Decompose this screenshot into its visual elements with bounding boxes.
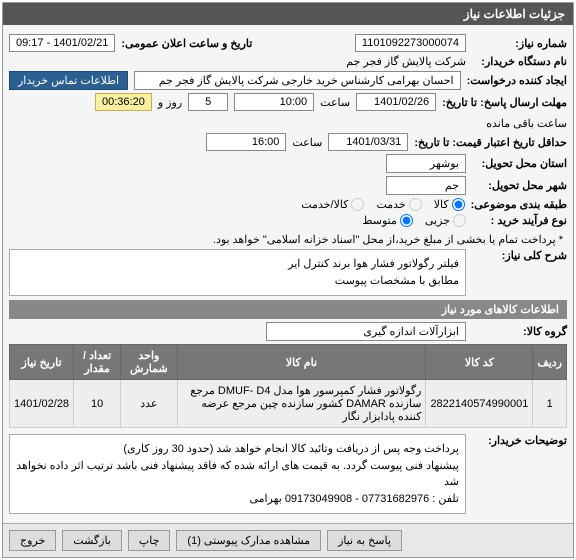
panel-title: جزئیات اطلاعات نیاز <box>3 3 573 25</box>
details-panel: جزئیات اطلاعات نیاز شماره نیاز: 11010922… <box>2 2 574 558</box>
row-requester: ایجاد کننده درخواست: احسان بهرامی کارشنا… <box>9 71 567 90</box>
buy-type-note: * پرداخت تمام یا بخشی از مبلغ خرید،از مح… <box>213 233 563 246</box>
niaz-no-value: 1101092273000074 <box>355 34 466 52</box>
print-button[interactable]: چاپ <box>128 530 171 551</box>
deadline-date: 1401/02/26 <box>356 93 436 111</box>
buyer-unit-value: شرکت پالایش گاز فجر جم <box>346 55 466 68</box>
td-name: رگولاتور فشار کمپرسور هوا مدل DMUF- D4 م… <box>177 380 426 428</box>
buyer-notes-label: توضیحات خریدار: <box>472 434 567 447</box>
cat-goods-label: کالا <box>434 198 449 211</box>
buy-type-label: نوع فرآیند خرید : <box>472 214 567 227</box>
th-unit: واحد شمارش <box>121 345 177 380</box>
td-qty: 10 <box>74 380 121 428</box>
category-label: طبقه بندی موضوعی: <box>471 198 567 211</box>
group-value: ابزارآلات اندازه گیری <box>266 322 466 341</box>
back-button[interactable]: بازگشت <box>62 530 122 551</box>
table-header-row: ردیف کد کالا نام کالا واحد شمارش تعداد /… <box>10 345 567 380</box>
th-date: تاریخ نیاز <box>10 345 74 380</box>
row-deadline: مهلت ارسال پاسخ: تا تاریخ: 1401/02/26 سا… <box>9 93 567 130</box>
niaz-no-label: شماره نیاز: <box>472 37 567 50</box>
bt-small-radio[interactable] <box>453 214 466 227</box>
cat-both-label: کالا/خدمت <box>301 198 348 211</box>
attachments-button[interactable]: مشاهده مدارک پیوستی (1) <box>176 530 321 551</box>
row-buyer-unit: نام دستگاه خریدار: شرکت پالایش گاز فجر ج… <box>9 55 567 68</box>
city-label: شهر محل تحویل: <box>472 179 567 192</box>
requester-label: ایجاد کننده درخواست: <box>467 74 567 87</box>
row-buyer-notes: توضیحات خریدار: پرداخت وجه پس از دریافت … <box>9 434 567 514</box>
td-date: 1401/02/28 <box>10 380 74 428</box>
validity-time: 16:00 <box>206 133 286 151</box>
requester-value: احسان بهرامی کارشناس خرید خارجی شرکت پال… <box>134 71 461 90</box>
row-buy-type: نوع فرآیند خرید : جزیی متوسط * پرداخت تم… <box>9 214 567 246</box>
rooz-label: روز و <box>158 96 182 109</box>
bt-small-label: جزیی <box>425 214 450 227</box>
desc-label: شرح کلی نیاز: <box>472 249 567 262</box>
cat-service-label: خدمت <box>376 198 405 211</box>
announce-value: 1401/02/21 - 09:17 <box>9 34 115 52</box>
remain-label: ساعت باقی مانده <box>486 117 567 130</box>
row-niaz-announce: شماره نیاز: 1101092273000074 تاریخ و ساع… <box>9 34 567 52</box>
bt-medium-label: متوسط <box>362 214 397 227</box>
td-row: 1 <box>533 380 567 428</box>
cat-service-radio[interactable] <box>409 198 422 211</box>
row-city: شهر محل تحویل: جم <box>9 176 567 195</box>
buyer-notes-text: پرداخت وجه پس از دریافت وتائید کالا انجا… <box>9 434 466 514</box>
validity-label: حداقل تاریخ اعتبار قیمت: تا تاریخ: <box>414 136 567 149</box>
th-qty: تعداد / مقدار <box>74 345 121 380</box>
city-value: جم <box>386 176 466 195</box>
row-description: شرح کلی نیاز: فیلتر رگولاتور فشار هوا بر… <box>9 249 567 296</box>
validity-date: 1401/03/31 <box>328 133 408 151</box>
items-table: ردیف کد کالا نام کالا واحد شمارش تعداد /… <box>9 344 567 428</box>
saat-label-2: ساعت <box>292 136 322 149</box>
exit-button[interactable]: خروج <box>9 530 56 551</box>
bt-medium-radio[interactable] <box>400 214 413 227</box>
cat-goods-option[interactable]: کالا <box>434 198 465 211</box>
row-category: طبقه بندی موضوعی: کالا خدمت کالا/خدمت <box>9 198 567 211</box>
row-validity: حداقل تاریخ اعتبار قیمت: تا تاریخ: 1401/… <box>9 133 567 151</box>
items-section-title: اطلاعات کالاهای مورد نیاز <box>9 300 567 319</box>
contact-buyer-button[interactable]: اطلاعات تماس خریدار <box>9 71 128 90</box>
row-province: استان محل تحویل: بوشهر <box>9 154 567 173</box>
th-row: ردیف <box>533 345 567 380</box>
buy-type-radio-group: جزیی متوسط <box>362 214 466 227</box>
deadline-time: 10:00 <box>234 93 314 111</box>
footer-buttons: پاسخ به نیاز مشاهده مدارک پیوستی (1) چاپ… <box>3 523 573 557</box>
reply-button[interactable]: پاسخ به نیاز <box>327 530 402 551</box>
td-unit: عدد <box>121 380 177 428</box>
announce-label: تاریخ و ساعت اعلان عمومی: <box>121 37 252 50</box>
row-group: گروه کالا: ابزارآلات اندازه گیری <box>9 322 567 341</box>
table-row: 1 2822140574990001 رگولاتور فشار کمپرسور… <box>10 380 567 428</box>
group-label: گروه کالا: <box>472 325 567 338</box>
cat-both-option[interactable]: کالا/خدمت <box>301 198 364 211</box>
cat-both-radio[interactable] <box>351 198 364 211</box>
buyer-unit-label: نام دستگاه خریدار: <box>472 55 567 68</box>
cat-goods-radio[interactable] <box>452 198 465 211</box>
bt-medium-option[interactable]: متوسط <box>362 214 413 227</box>
panel-body: شماره نیاز: 1101092273000074 تاریخ و ساع… <box>3 25 573 523</box>
cat-service-option[interactable]: خدمت <box>376 198 421 211</box>
category-radio-group: کالا خدمت کالا/خدمت <box>301 198 464 211</box>
countdown-badge: 00:36:20 <box>95 93 152 111</box>
td-code: 2822140574990001 <box>426 380 533 428</box>
province-value: بوشهر <box>386 154 466 173</box>
province-label: استان محل تحویل: <box>472 157 567 170</box>
saat-label-1: ساعت <box>320 96 350 109</box>
days-remaining: 5 <box>188 93 228 111</box>
th-name: نام کالا <box>177 345 426 380</box>
desc-text: فیلتر رگولاتور فشار هوا برند کنترل ایر م… <box>9 249 466 296</box>
th-code: کد کالا <box>426 345 533 380</box>
bt-small-option[interactable]: جزیی <box>425 214 466 227</box>
deadline-label: مهلت ارسال پاسخ: تا تاریخ: <box>442 96 567 109</box>
